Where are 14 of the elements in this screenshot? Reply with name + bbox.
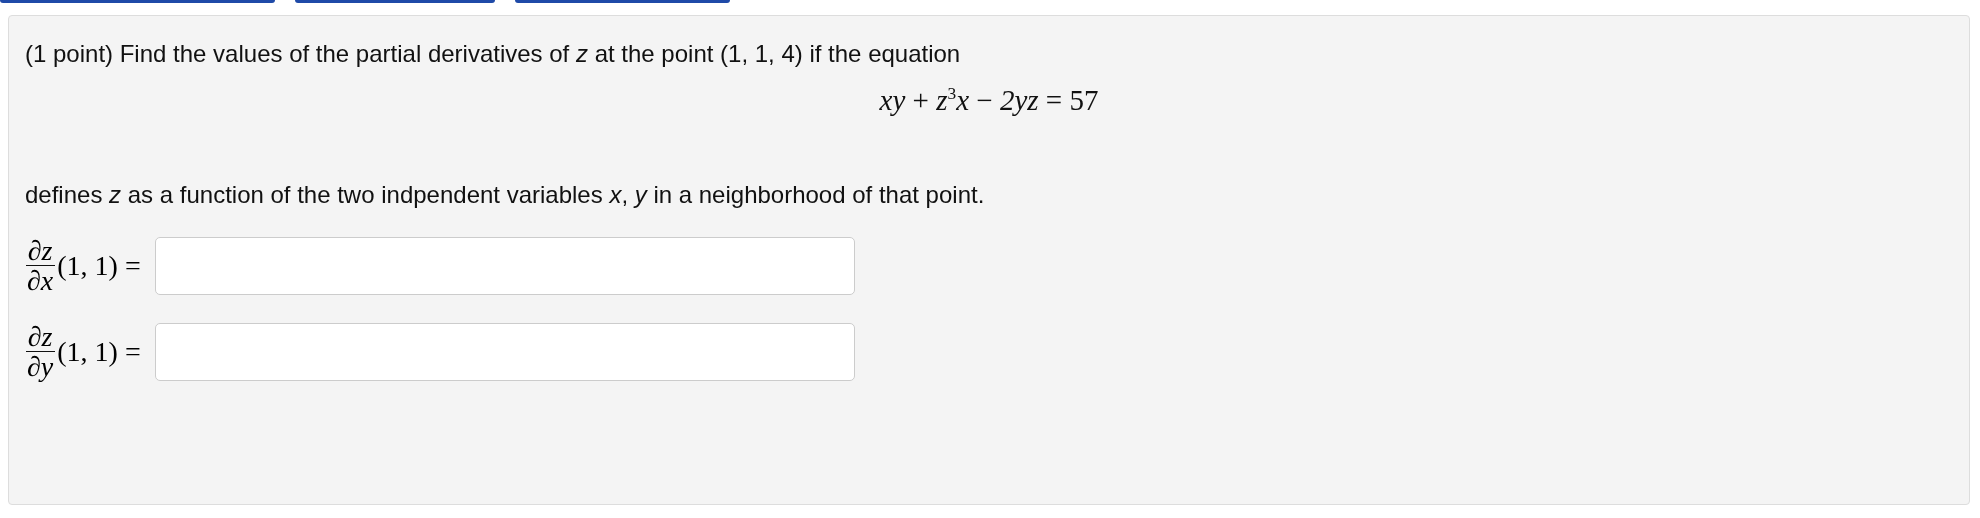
equation: xy + z$^{3}$x − 2yz = 57: [878, 83, 1100, 117]
point-label: (1, 1) =: [57, 249, 141, 282]
denominator: ∂x: [26, 266, 55, 296]
numerator: ∂z: [25, 236, 55, 267]
tab-button[interactable]: [0, 0, 275, 3]
problem-text: defines z as a function of the two indpendent variables x, y in a neighborhood of that point.: [25, 179, 986, 210]
answer-field[interactable]: [154, 236, 855, 295]
denominator: ∂y: [26, 352, 55, 382]
problem-text: (1 point) Find the values of the partial derivatives of z at the point (1, 1, 4) if the equation: [25, 39, 962, 69]
tab-button[interactable]: [515, 0, 730, 3]
answer-field[interactable]: [154, 322, 855, 381]
tab-button[interactable]: [295, 0, 495, 3]
point-label: (1, 1) =: [57, 335, 141, 368]
numerator: ∂z: [25, 321, 55, 353]
